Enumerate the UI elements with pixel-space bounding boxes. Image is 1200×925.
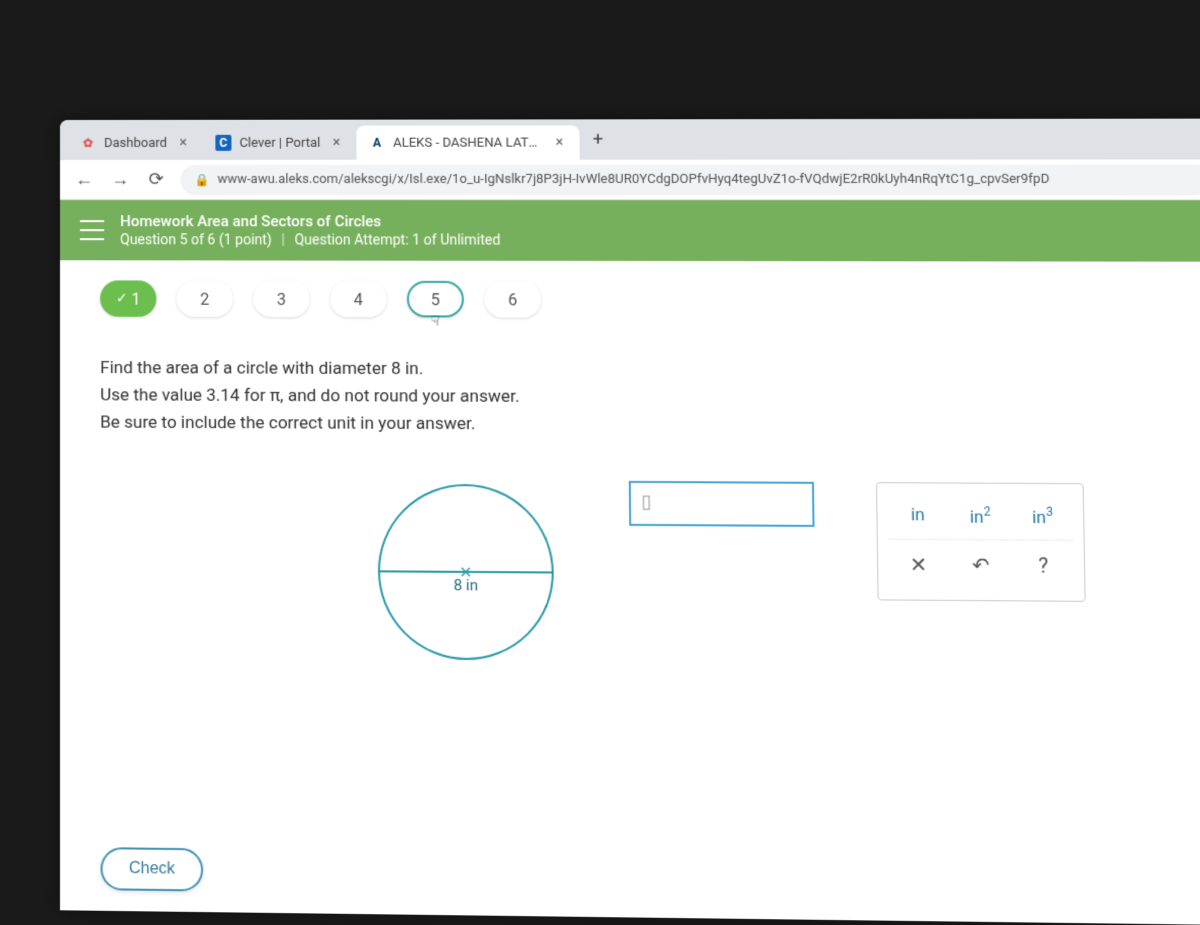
diameter-label: 8 in — [453, 575, 478, 594]
new-tab-button[interactable]: + — [584, 125, 613, 153]
tab-title: Dashboard — [104, 135, 167, 150]
reload-button[interactable]: ⟳ — [144, 167, 168, 191]
lock-icon: 🔒 — [194, 172, 209, 186]
check-button[interactable]: Check — [101, 847, 204, 891]
check-icon: ✓ — [116, 290, 128, 306]
favicon-dashboard: ✿ — [80, 135, 96, 151]
question-pill-2[interactable]: 2 — [176, 281, 233, 317]
question-content: Find the area of a circle with diameter … — [60, 325, 1200, 712]
question-pill-3[interactable]: 3 — [253, 281, 310, 317]
favicon-clever: C — [215, 135, 231, 151]
tab-aleks[interactable]: A ALEKS - DASHENA LATORTUE - L × — [357, 125, 580, 159]
question-pill-1[interactable]: ✓ 1 — [100, 280, 156, 316]
tab-clever[interactable]: C Clever | Portal × — [203, 126, 357, 160]
circle-figure: 8 in — [363, 469, 569, 675]
prompt-line-3: Be sure to include the correct unit in y… — [100, 410, 1187, 442]
question-count: Question 5 of 6 (1 point) — [120, 232, 272, 248]
unit-palette: in in2 in3 ✕ ↶ ? — [876, 482, 1086, 603]
attempt-info: Question Attempt: 1 of Unlimited — [294, 232, 500, 248]
menu-icon[interactable] — [80, 220, 104, 240]
banner-text: Homework Area and Sectors of Circles Que… — [120, 212, 500, 249]
back-button[interactable]: ← — [72, 167, 96, 191]
answer-placeholder: ▯ — [641, 488, 651, 518]
unit-in[interactable]: in — [902, 502, 934, 530]
tab-dashboard[interactable]: ✿ Dashboard × — [68, 126, 203, 160]
question-pill-5[interactable]: 5 ☟ — [407, 281, 464, 318]
favicon-aleks: A — [369, 135, 385, 151]
url-text: www-awu.aleks.com/alekscgi/x/Isl.exe/1o_… — [217, 172, 1049, 187]
address-bar: ← → ⟳ 🔒 www-awu.aleks.com/alekscgi/x/Isl… — [60, 159, 1200, 200]
forward-button[interactable]: → — [108, 167, 132, 191]
prompt-line-2: Use the value 3.14 for π, and do not rou… — [100, 382, 1186, 414]
tab-bar: ✿ Dashboard × C Clever | Portal × A ALEK… — [60, 119, 1200, 160]
unit-in3[interactable]: in3 — [1027, 502, 1059, 532]
close-icon[interactable]: × — [328, 135, 344, 151]
answer-input[interactable]: ▯ — [629, 480, 815, 526]
close-icon[interactable]: × — [175, 135, 191, 151]
assignment-banner: Homework Area and Sectors of Circles Que… — [60, 200, 1200, 262]
tab-title: Clever | Portal — [239, 135, 320, 150]
question-pill-6[interactable]: 6 — [484, 281, 541, 318]
question-pill-4[interactable]: 4 — [330, 281, 387, 317]
page-body: Homework Area and Sectors of Circles Que… — [60, 200, 1200, 925]
undo-button[interactable]: ↶ — [965, 549, 997, 582]
unit-in2[interactable]: in2 — [964, 502, 996, 532]
url-field[interactable]: 🔒 www-awu.aleks.com/alekscgi/x/Isl.exe/1… — [180, 164, 1200, 195]
assignment-title: Homework Area and Sectors of Circles — [120, 212, 500, 230]
question-navigator: ✓ 1 2 3 4 5 ☟ 6 — [60, 260, 1200, 327]
help-button[interactable]: ? — [1027, 549, 1059, 582]
close-icon[interactable]: × — [551, 135, 567, 151]
clear-button[interactable]: ✕ — [903, 548, 935, 581]
tab-title: ALEKS - DASHENA LATORTUE - L — [393, 135, 543, 150]
prompt-line-1: Find the area of a circle with diameter … — [100, 355, 1186, 386]
browser-window: ✿ Dashboard × C Clever | Portal × A ALEK… — [60, 119, 1200, 925]
